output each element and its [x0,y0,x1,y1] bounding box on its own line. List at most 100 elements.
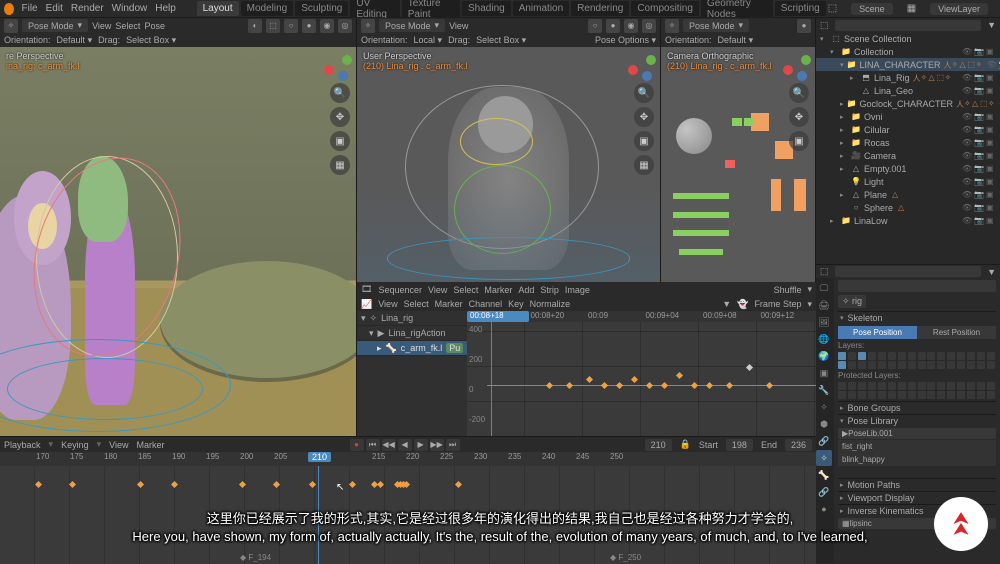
outliner-scene[interactable]: ▾⬚Scene Collection [816,32,1000,45]
pan-icon[interactable]: ✥ [634,107,654,127]
drag-dropdown[interactable]: Select Box ▾ [476,35,526,46]
armature-layers[interactable] [838,352,996,369]
play-fwd-icon[interactable]: ▶ [414,439,428,451]
menu-edit[interactable]: Edit [46,3,63,14]
graph-key[interactable]: Key [508,299,524,309]
workspace-tab-layout[interactable]: Layout [197,1,239,16]
xray-icon[interactable]: ⬚ [266,19,280,33]
prop-tab-boneconstraint-icon[interactable]: 🔗 [816,484,832,500]
pose-item-fist[interactable]: fist_right [838,440,996,453]
prop-tab-physics-icon[interactable]: ⬢ [816,416,832,432]
play-rev-icon[interactable]: ◀ [398,439,412,451]
jump-start-icon[interactable]: ⏮ [366,439,380,451]
drag-dropdown[interactable]: Select Box ▾ [126,35,176,46]
menu-help[interactable]: Help [155,3,176,14]
pose-options[interactable]: Pose Options ▾ [595,35,656,46]
prop-tab-mod-icon[interactable]: 🔧 [816,382,832,398]
prop-tab-view-icon[interactable]: 🖼 [816,314,832,330]
camera-icon[interactable]: ▣ [789,131,809,151]
prop-tab-constraint-icon[interactable]: 🔗 [816,433,832,449]
prop-tab-bone-icon[interactable]: 🦴 [816,467,832,483]
ghost-icon[interactable]: 👻 [737,299,748,310]
shading-wire-icon[interactable]: ○ [588,19,602,33]
outliner-item[interactable]: ▸🎥Camera👁📷▣ [816,149,1000,162]
current-frame[interactable]: 210 [645,439,672,451]
orbit-gizmo[interactable] [628,53,654,79]
panel-bonegroups[interactable]: ▸Bone Groups [838,401,996,414]
protected-layers[interactable] [838,382,996,399]
seq-image[interactable]: Image [565,285,590,295]
tl-playback[interactable]: Playback [4,440,41,450]
zoom-icon[interactable]: 🔍 [634,83,654,103]
seq-shuffle[interactable]: Shuffle [774,285,802,295]
shading-render-icon[interactable]: ◎ [642,19,656,33]
seq-marker[interactable]: Marker [484,285,512,295]
mode-dropdown[interactable]: Pose Mode ▾ [379,19,445,32]
panel-skeleton[interactable]: ▾Skeleton [838,311,996,324]
camera-icon[interactable]: ▣ [330,131,350,151]
seq-select[interactable]: Select [453,285,478,295]
panel-motionpaths[interactable]: ▸Motion Paths [838,478,996,491]
workspace-tab-scripting[interactable]: Scripting [775,1,826,16]
workspace-tab-shading[interactable]: Shading [462,1,511,16]
shading-render-icon[interactable]: ◎ [338,19,352,33]
prev-key-icon[interactable]: ◀◀ [382,439,396,451]
graph-canvas[interactable]: 00:08+18 00:08+20 00:09 00:09+04 00:09+0… [467,311,816,436]
filter-icon[interactable]: ▼ [987,267,996,277]
end-frame[interactable]: 236 [785,439,812,451]
viewport-right-canvas[interactable]: Camera Orthographic (210) Lina_rig . c_a… [661,47,815,282]
jump-end-icon[interactable]: ⏭ [446,439,460,451]
channel-rig[interactable]: ▾✧Lina_rig [357,311,467,326]
pose-item-blink[interactable]: blink_happy [838,453,996,466]
tl-view[interactable]: View [109,440,128,450]
mode-icon[interactable]: ✧ [665,19,679,33]
record-icon[interactable]: ● [350,439,364,451]
filter-icon[interactable]: ▼ [722,299,731,309]
scene-dropdown[interactable]: Scene [851,3,893,15]
shading-wire-icon[interactable]: ○ [284,19,298,33]
outliner-item[interactable]: ▸📁Cilular👁📷▣ [816,123,1000,136]
outliner-item[interactable]: △Lina_Geo👁📷▣ [816,84,1000,97]
outliner-item[interactable]: 💡Light👁📷▣ [816,175,1000,188]
menu-render[interactable]: Render [71,3,104,14]
orient-dropdown[interactable]: Default ▾ [57,35,93,46]
next-key-icon[interactable]: ▶▶ [430,439,444,451]
panel-poselib[interactable]: ▾Pose Library [838,414,996,427]
outliner-item[interactable]: ○Sphere△👁📷▣ [816,201,1000,214]
mode-dropdown[interactable]: Pose Mode ▾ [22,19,88,32]
mode-icon[interactable]: ✧ [4,19,18,33]
zoom-icon[interactable]: 🔍 [330,83,350,103]
graph-channel[interactable]: Channel [469,299,503,309]
shading-solid-icon[interactable]: ● [302,19,316,33]
graph-view[interactable]: View [378,299,397,309]
shading-matcap-icon[interactable]: ◉ [624,19,638,33]
workspace-tab-rendering[interactable]: Rendering [571,1,629,16]
poselib-name[interactable]: ▶ PoseLib.001 [838,428,996,439]
workspace-tab-compositing[interactable]: Compositing [631,1,699,16]
seq-add[interactable]: Add [518,285,534,295]
outliner-item[interactable]: ▸📁LinaLow👁📷▣ [816,214,1000,227]
menu-window[interactable]: Window [112,3,148,14]
viewport-left-canvas[interactable]: re Perspective ina_rig: c_arm_fk.l 🔍 ✥ ▣… [0,47,356,436]
prop-tab-output-icon[interactable]: 🖨 [816,297,832,313]
vp-menu-view[interactable]: View [449,21,468,31]
seq-view[interactable]: View [428,285,447,295]
prop-tab-armature-icon[interactable]: ✧ [816,450,832,466]
outliner-item[interactable]: ▸△Plane△👁📷▣ [816,188,1000,201]
workspace-tab-modeling[interactable]: Modeling [241,1,294,16]
prop-tab-material-icon[interactable]: ● [816,501,832,517]
graph-icon[interactable]: 📈 [361,299,372,310]
outliner-search[interactable] [835,20,982,31]
vp-menu-select[interactable]: Select [115,21,140,31]
menu-file[interactable]: File [22,3,38,14]
pan-icon[interactable]: ✥ [330,107,350,127]
outliner-item[interactable]: ▸△Empty.001👁📷▣ [816,162,1000,175]
viewport-left[interactable]: ✧ Pose Mode ▾ View Select Pose ◐ ⬚ ○ ● ◉… [0,18,357,436]
filter-icon[interactable]: ▼ [987,20,996,30]
seq-menu[interactable]: Sequencer [378,285,422,295]
graph-normalize[interactable]: Normalize [530,299,571,309]
playhead[interactable]: 210 [308,452,331,462]
orient-local[interactable]: Local ▾ [414,35,443,46]
workspace-tab-animation[interactable]: Animation [513,1,569,16]
orbit-gizmo[interactable] [783,53,809,79]
